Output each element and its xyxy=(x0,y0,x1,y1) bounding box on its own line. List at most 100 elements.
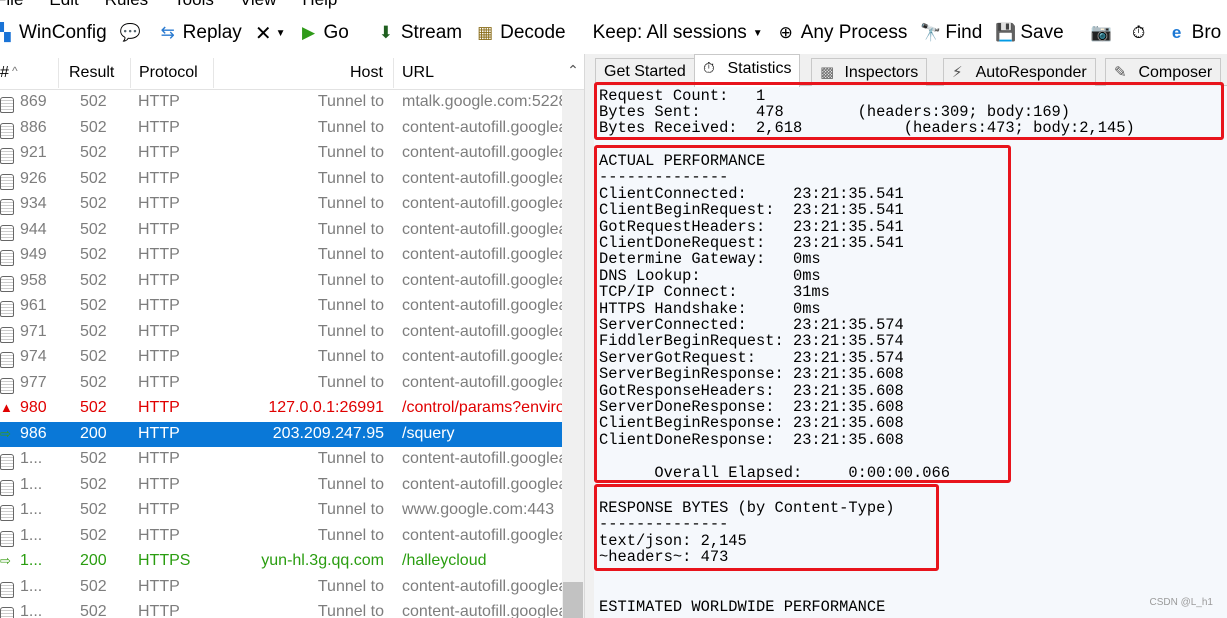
session-rows: 869 502 HTTP Tunnel to mtalk.google.com:5228… xyxy=(0,90,562,618)
session-row[interactable]: 961 502 HTTP Tunnel to content-autofill.goog… xyxy=(0,294,562,320)
menu-help[interactable]: Help xyxy=(302,0,337,9)
any-process-button[interactable]: ⊕ Any Process xyxy=(776,22,908,44)
session-number: 980 xyxy=(20,399,47,416)
session-result: 502 xyxy=(80,450,107,467)
screenshot-button[interactable]: 📷 xyxy=(1091,23,1116,43)
highlight-box-performance xyxy=(594,145,1011,483)
col-header-host[interactable]: Host xyxy=(350,64,383,82)
pane-splitter[interactable] xyxy=(584,54,594,618)
decode-button[interactable]: ▦ Decode xyxy=(475,22,566,44)
column-divider[interactable] xyxy=(58,58,59,88)
session-url: content-autofill.googleapis xyxy=(402,475,562,493)
session-row[interactable]: 977 502 HTTP Tunnel to content-autofill.goog… xyxy=(0,371,562,397)
decode-label: Decode xyxy=(500,22,566,43)
session-host: 203.209.247.95 xyxy=(272,424,384,442)
replay-button[interactable]: ⇆ Replay xyxy=(158,22,242,44)
session-row[interactable]: 974 502 HTTP Tunnel to content-autofill.goog… xyxy=(0,345,562,371)
session-row[interactable]: 949 502 HTTP Tunnel to content-autofill.goog… xyxy=(0,243,562,269)
column-divider[interactable] xyxy=(213,58,214,88)
session-host: Tunnel to xyxy=(317,118,384,136)
save-button[interactable]: 💾 Save xyxy=(995,22,1063,44)
session-row[interactable]: 886 502 HTTP Tunnel to content-autofill.goog… xyxy=(0,116,562,142)
session-row[interactable]: ▲ 980 502 HTTP 127.0.0.1:26991/control/param… xyxy=(0,396,562,422)
windows-icon: ▚ xyxy=(0,23,11,42)
col-header-protocol[interactable]: Protocol xyxy=(139,64,198,82)
column-divider[interactable] xyxy=(130,58,131,88)
session-host: Tunnel to xyxy=(317,297,384,314)
session-result: 502 xyxy=(80,526,107,544)
session-row[interactable]: 934 502 HTTP Tunnel to content-autofill.goog… xyxy=(0,192,562,218)
session-protocol: HTTP xyxy=(138,399,180,416)
session-result: 502 xyxy=(80,271,107,289)
comment-button[interactable]: 💬 xyxy=(120,23,145,43)
session-protocol: HTTP xyxy=(138,195,180,212)
play-icon: ▶ xyxy=(301,23,316,42)
session-row[interactable]: 1... 502 HTTP Tunnel to content-autofill.goo… xyxy=(0,473,562,499)
session-protocol: HTTP xyxy=(138,603,180,618)
session-result: 200 xyxy=(80,552,107,569)
timer-button[interactable]: ⏱ xyxy=(1129,23,1154,43)
session-row[interactable]: ⇨ 986 200 HTTP 203.209.247.95/squery xyxy=(0,421,562,447)
session-url: /squery xyxy=(402,424,455,442)
winconfig-button[interactable]: ▚ WinConfig xyxy=(0,22,107,44)
session-url: content-autofill.googleapis xyxy=(402,271,562,289)
session-row[interactable]: ⇨ 1... 200 HTTPS yun-hl.3g.qq.com/halleyclou… xyxy=(0,549,562,575)
menu-file[interactable]: File xyxy=(0,0,23,9)
vertical-scrollbar[interactable]: ⌃ xyxy=(562,62,584,618)
remove-button[interactable]: ✕ ▼ xyxy=(255,21,286,46)
session-url: mtalk.google.com:5228 xyxy=(402,93,562,110)
session-row[interactable]: 1... 502 HTTP Tunnel to content-autofill.goo… xyxy=(0,447,562,473)
col-header-num[interactable]: # xyxy=(0,64,9,82)
session-row[interactable]: 1... 502 HTTP Tunnel to www.google.com:443 xyxy=(0,498,562,524)
session-url: www.google.com:443 xyxy=(402,501,555,518)
session-protocol: HTTP xyxy=(138,93,180,110)
menu-rules[interactable]: Rules xyxy=(105,0,148,9)
session-row[interactable]: 921 502 HTTP Tunnel to content-autofill.goog… xyxy=(0,141,562,167)
chevron-down-icon: ▼ xyxy=(752,27,763,39)
session-number: 949 xyxy=(20,246,47,263)
stopwatch-icon: ⏱ xyxy=(703,60,715,77)
sort-up-icon: ^ xyxy=(12,64,18,78)
session-url: content-autofill.googleapis xyxy=(402,118,562,136)
session-url: content-autofill.googleapis xyxy=(402,373,562,391)
stream-button[interactable]: ⬇ Stream xyxy=(376,22,462,44)
session-url: content-autofill.googleapis xyxy=(402,322,562,340)
session-result: 502 xyxy=(80,603,107,618)
session-number: 1... xyxy=(20,603,43,618)
keep-sessions-dropdown[interactable]: Keep: All sessions ▼ xyxy=(593,22,763,44)
session-row[interactable]: 944 502 HTTP Tunnel to content-autofill.goog… xyxy=(0,218,562,244)
session-host: Tunnel to xyxy=(317,93,384,110)
session-row[interactable]: 958 502 HTTP Tunnel to content-autofill.goog… xyxy=(0,269,562,295)
session-url: /halleycloud xyxy=(402,552,487,569)
scroll-up-icon[interactable]: ⌃ xyxy=(562,56,584,84)
session-url: content-autofill.googleapis xyxy=(402,220,562,238)
menu-view[interactable]: View xyxy=(240,0,277,9)
session-row[interactable]: 926 502 HTTP Tunnel to content-autofill.goog… xyxy=(0,167,562,193)
session-result: 502 xyxy=(80,297,107,314)
session-row[interactable]: 1... 502 HTTP Tunnel to content-autofill.goo… xyxy=(0,600,562,618)
menu-tools[interactable]: Tools xyxy=(174,0,214,9)
session-row[interactable]: 971 502 HTTP Tunnel to content-autofill.goog… xyxy=(0,320,562,346)
replay-label: Replay xyxy=(182,22,242,43)
go-button[interactable]: ▶ Go xyxy=(298,22,349,44)
session-row[interactable]: 869 502 HTTP Tunnel to mtalk.google.com:5228 xyxy=(0,90,562,116)
session-row[interactable]: 1... 502 HTTP Tunnel to content-autofill.goo… xyxy=(0,575,562,601)
chevron-down-icon: ▼ xyxy=(275,27,286,39)
session-protocol: HTTP xyxy=(138,526,180,544)
save-label: Save xyxy=(1020,22,1064,43)
scroll-thumb[interactable] xyxy=(563,582,583,618)
browse-button[interactable]: e Bro xyxy=(1167,22,1221,44)
find-button[interactable]: 🔭 Find xyxy=(920,22,982,44)
menu-edit[interactable]: Edit xyxy=(49,0,78,9)
session-number: 921 xyxy=(20,144,47,161)
session-url: content-autofill.googleapis xyxy=(402,526,562,544)
column-divider[interactable] xyxy=(393,58,394,88)
session-result: 502 xyxy=(80,348,107,365)
session-result: 502 xyxy=(80,475,107,493)
tab-label: Inspectors xyxy=(844,64,919,81)
session-row[interactable]: 1... 502 HTTP Tunnel to content-autofill.goo… xyxy=(0,524,562,550)
col-header-result[interactable]: Result xyxy=(69,64,114,82)
binoculars-icon: 🔭 xyxy=(920,23,942,42)
session-host: Tunnel to xyxy=(317,475,384,493)
col-header-url[interactable]: URL xyxy=(402,64,434,82)
